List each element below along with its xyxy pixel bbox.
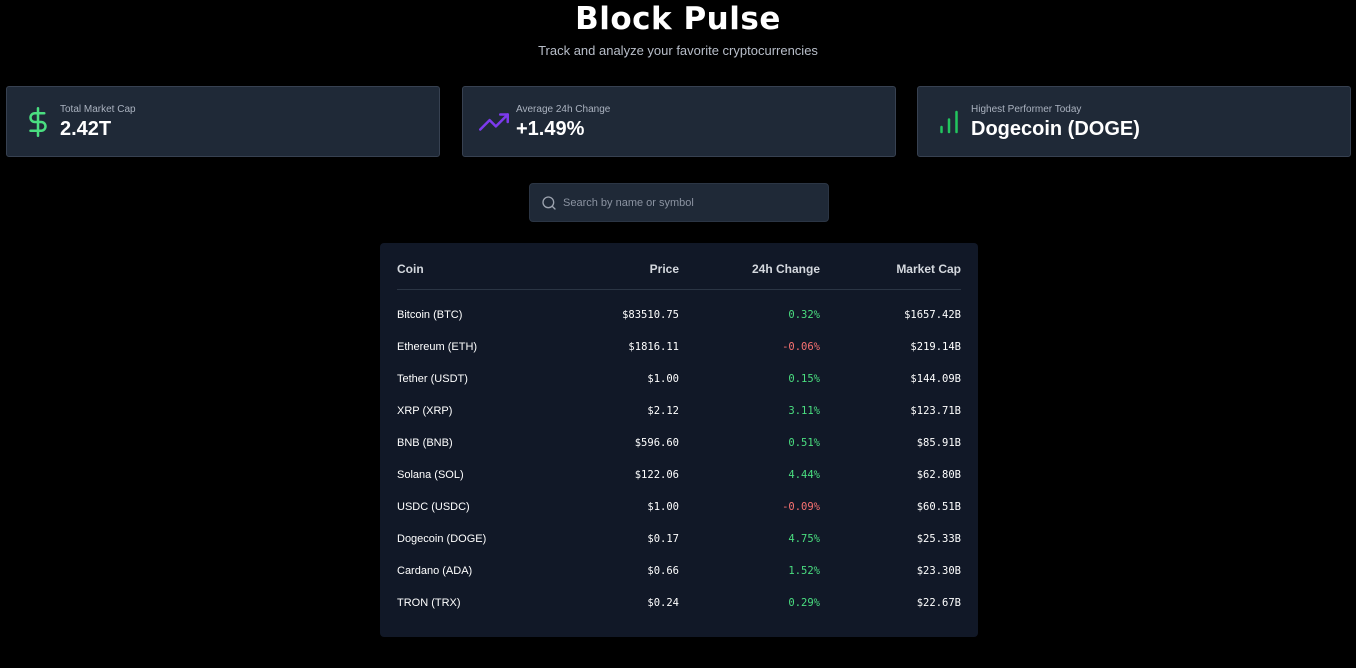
coin-market-cap: $85.91B	[916, 437, 961, 449]
coin-change: 1.52%	[788, 565, 820, 577]
column-header-coin: Coin	[397, 262, 424, 276]
search-icon	[541, 195, 557, 211]
search-input[interactable]	[563, 184, 823, 221]
column-header-change: 24h Change	[751, 262, 820, 276]
coin-market-cap: $23.30B	[916, 565, 961, 577]
coin-name: XRP (XRP)	[397, 405, 453, 417]
coin-name: Ethereum (ETH)	[397, 341, 478, 353]
coin-price: $1.00	[647, 501, 679, 513]
table-row[interactable]: XRP (XRP) $2.12 3.11% $123.71B	[397, 396, 961, 428]
stat-value: 2.42T	[60, 118, 112, 140]
stat-card-market-cap: Total Market Cap 2.42T	[6, 86, 440, 157]
table-row[interactable]: USDC (USDC) $1.00 -0.09% $60.51B	[397, 492, 961, 524]
stat-label: Highest Performer Today	[971, 104, 1082, 115]
coin-price: $0.24	[647, 597, 679, 609]
coin-market-cap: $60.51B	[916, 501, 961, 513]
coin-price: $122.06	[634, 469, 679, 481]
table-header: Coin Price 24h Change Market Cap	[397, 243, 961, 290]
coin-market-cap: $25.33B	[916, 533, 961, 545]
search-box[interactable]	[529, 183, 829, 222]
coin-name: Solana (SOL)	[397, 469, 464, 481]
coin-market-cap: $219.14B	[910, 341, 961, 353]
table-row[interactable]: Ethereum (ETH) $1816.11 -0.06% $219.14B	[397, 332, 961, 364]
page-subtitle: Track and analyze your favorite cryptocu…	[538, 43, 818, 58]
dollar-icon	[23, 107, 53, 137]
table-row[interactable]: BNB (BNB) $596.60 0.51% $85.91B	[397, 428, 961, 460]
table-row[interactable]: TRON (TRX) $0.24 0.29% $22.67B	[397, 588, 961, 620]
bar-chart-icon	[934, 107, 964, 137]
coin-change: 4.44%	[788, 469, 820, 481]
coin-market-cap: $62.80B	[916, 469, 961, 481]
trending-up-icon	[479, 107, 509, 137]
coin-name: USDC (USDC)	[397, 501, 470, 513]
stat-value: +1.49%	[516, 118, 585, 140]
coin-market-cap: $144.09B	[910, 373, 961, 385]
coin-name: TRON (TRX)	[397, 597, 461, 609]
coin-market-cap: $22.67B	[916, 597, 961, 609]
coin-name: Tether (USDT)	[397, 373, 468, 385]
table-row[interactable]: Cardano (ADA) $0.66 1.52% $23.30B	[397, 556, 961, 588]
column-header-price: Price	[649, 262, 679, 276]
coin-price: $2.12	[647, 405, 679, 417]
coin-name: Bitcoin (BTC)	[397, 309, 463, 321]
coin-market-cap: $123.71B	[910, 405, 961, 417]
column-header-market-cap: Market Cap	[896, 262, 961, 276]
coin-name: Dogecoin (DOGE)	[397, 533, 487, 545]
table-row[interactable]: Solana (SOL) $122.06 4.44% $62.80B	[397, 460, 961, 492]
stat-card-avg-change: Average 24h Change +1.49%	[462, 86, 896, 157]
coin-change: 0.15%	[788, 373, 820, 385]
coin-market-cap: $1657.42B	[904, 309, 961, 321]
coin-change: 0.51%	[788, 437, 820, 449]
coin-price: $596.60	[634, 437, 679, 449]
coin-change: 0.32%	[788, 309, 820, 321]
table-row[interactable]: Dogecoin (DOGE) $0.17 4.75% $25.33B	[397, 524, 961, 556]
table-row[interactable]: Tether (USDT) $1.00 0.15% $144.09B	[397, 364, 961, 396]
coin-price: $0.66	[647, 565, 679, 577]
coin-change: 3.11%	[788, 405, 820, 417]
coin-price: $1.00	[647, 373, 679, 385]
stat-value: Dogecoin (DOGE)	[971, 118, 1140, 140]
stat-label: Total Market Cap	[60, 104, 136, 115]
coin-price: $1816.11	[628, 341, 679, 353]
coin-change: -0.06%	[782, 341, 820, 353]
coin-change: 0.29%	[788, 597, 820, 609]
page-title: Block Pulse	[575, 1, 781, 37]
stat-card-top-performer: Highest Performer Today Dogecoin (DOGE)	[917, 86, 1351, 157]
coin-price: $0.17	[647, 533, 679, 545]
coin-change: -0.09%	[782, 501, 820, 513]
coin-change: 4.75%	[788, 533, 820, 545]
stat-label: Average 24h Change	[516, 104, 611, 115]
coin-name: Cardano (ADA)	[397, 565, 473, 577]
coin-price: $83510.75	[622, 309, 679, 321]
coin-name: BNB (BNB)	[397, 437, 453, 449]
crypto-table: Coin Price 24h Change Market Cap Bitcoin…	[380, 243, 978, 637]
table-row[interactable]: Bitcoin (BTC) $83510.75 0.32% $1657.42B	[397, 300, 961, 332]
